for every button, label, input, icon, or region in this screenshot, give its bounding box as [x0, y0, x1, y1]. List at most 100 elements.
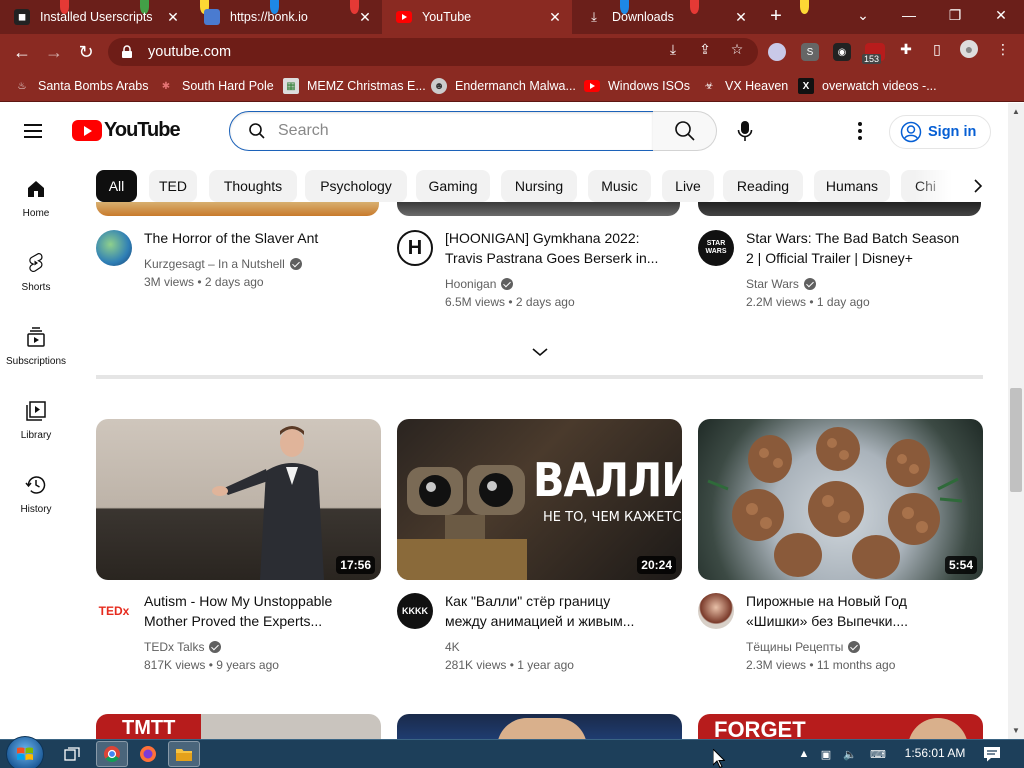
channel-name[interactable]: Kurzgesagt – In a Nutshell [144, 257, 302, 271]
chevron-down-icon[interactable] [530, 344, 550, 360]
volume-icon[interactable]: 🔈 [842, 746, 858, 762]
video-thumbnail[interactable]: FORGET [698, 714, 983, 739]
close-icon[interactable]: ✕ [356, 8, 374, 26]
chip-gaming[interactable]: Gaming [416, 170, 490, 202]
install-app-icon[interactable]: ⤓ [664, 40, 682, 58]
task-view-icon[interactable] [56, 741, 88, 767]
channel-avatar[interactable]: TEDx [96, 593, 132, 629]
browser-menu-icon[interactable]: ⋮ [994, 40, 1012, 58]
reload-icon[interactable]: ↻ [74, 40, 98, 64]
extension-glasses-icon[interactable]: ◉ [833, 43, 851, 61]
video-thumbnail[interactable] [698, 202, 981, 216]
extension-flag-icon[interactable] [768, 43, 786, 61]
video-thumbnail[interactable]: ВАЛЛИ НЕ ТО, ЧЕМ КАЖЕТСЯ 20:24 [397, 419, 682, 580]
video-title[interactable]: Как "Валли" стёр границу между анимацией… [445, 591, 675, 631]
address-bar[interactable]: youtube.com [108, 38, 758, 66]
video-card[interactable]: The Horror of the Slaver Ant Kurzgesagt … [96, 228, 381, 298]
channel-avatar[interactable]: KKKK [397, 593, 433, 629]
search-button[interactable] [653, 111, 717, 151]
new-tab-button[interactable]: + [765, 6, 787, 28]
keyboard-icon[interactable]: ⌨ [866, 746, 890, 762]
side-panel-icon[interactable]: ▯ [928, 40, 946, 58]
chip-thoughts[interactable]: Thoughts [209, 170, 297, 202]
tab-search-chevron-icon[interactable]: ⌄ [840, 0, 886, 30]
close-icon[interactable]: ✕ [164, 8, 182, 26]
chip-ted[interactable]: TED [149, 170, 197, 202]
chip-humans[interactable]: Humans [814, 170, 890, 202]
channel-name[interactable]: 4K [445, 640, 460, 654]
tab-youtube[interactable]: YouTube ✕ [382, 0, 572, 34]
file-explorer-taskbar-icon[interactable] [168, 741, 200, 767]
scroll-down-arrow-icon[interactable]: ▼ [1008, 722, 1024, 738]
channel-name[interactable]: Hoonigan [445, 277, 514, 291]
video-card[interactable]: H [HOONIGAN] Gymkhana 2022: Travis Pastr… [397, 228, 682, 309]
notification-center-icon[interactable] [983, 745, 1001, 763]
close-icon[interactable]: ✕ [732, 8, 750, 26]
video-title[interactable]: Star Wars: The Bad Batch Season 2 | Offi… [746, 228, 976, 268]
guide-item-home[interactable]: Home [0, 159, 72, 223]
video-card[interactable]: Пирожные на Новый Год «Шишки» без Выпечк… [698, 591, 983, 673]
chip-live[interactable]: Live [662, 170, 714, 202]
bookmark-star-icon[interactable]: ☆ [728, 40, 746, 58]
extension-s-icon[interactable]: S [801, 43, 819, 61]
bookmark-item[interactable]: ☻ Endermanch Malwa... [431, 76, 576, 96]
chip-music[interactable]: Music [588, 170, 651, 202]
chip-reading[interactable]: Reading [723, 170, 803, 202]
video-thumbnail[interactable]: 17:56 [96, 419, 381, 580]
network-icon[interactable]: ▣ [818, 746, 834, 762]
video-card[interactable]: STAR WARS Star Wars: The Bad Batch Seaso… [698, 228, 983, 309]
channel-avatar[interactable] [96, 230, 132, 266]
bookmark-item[interactable]: ✱ South Hard Pole [158, 76, 274, 96]
bookmark-item[interactable]: ▦ MEMZ Christmas E... [283, 76, 426, 96]
chrome-taskbar-icon[interactable] [96, 741, 128, 767]
video-title[interactable]: [HOONIGAN] Gymkhana 2022: Travis Pastran… [445, 228, 675, 268]
bookmark-item[interactable]: ☣ VX Heaven [701, 76, 789, 96]
firefox-taskbar-icon[interactable] [132, 741, 164, 767]
taskbar-clock[interactable]: 1:56:01 AM [900, 746, 970, 760]
video-thumbnail[interactable] [397, 202, 680, 216]
bookmark-item[interactable]: X overwatch videos -... [798, 76, 937, 96]
settings-more-icon[interactable] [848, 119, 872, 143]
video-title[interactable]: Пирожные на Новый Год «Шишки» без Выпечк… [746, 591, 976, 631]
sign-in-button[interactable]: Sign in [889, 115, 991, 149]
tab-bonk[interactable]: https://bonk.io ✕ [190, 0, 382, 34]
start-button[interactable] [6, 736, 44, 768]
guide-item-shorts[interactable]: Shorts [0, 233, 72, 297]
video-thumbnail[interactable] [96, 202, 379, 216]
youtube-logo[interactable]: YouTube [72, 119, 181, 142]
bookmark-item[interactable]: ♨ Santa Bombs Arabs [14, 76, 149, 96]
back-arrow-icon[interactable]: ← [10, 40, 34, 64]
scroll-up-arrow-icon[interactable]: ▲ [1008, 103, 1024, 119]
close-window-button[interactable]: ✕ [978, 0, 1024, 30]
video-card[interactable]: KKKK Как "Валли" стёр границу между аним… [397, 591, 682, 673]
chip-nursing[interactable]: Nursing [501, 170, 577, 202]
tray-expand-icon[interactable]: ▲ [796, 746, 812, 762]
video-title[interactable]: Autism - How My Unstoppable Mother Prove… [144, 591, 374, 631]
channel-name[interactable]: Star Wars [746, 277, 816, 291]
video-thumbnail[interactable]: TMTT [96, 714, 381, 739]
tab-downloads[interactable]: ⤓ Downloads ✕ [572, 0, 758, 34]
scrollbar-thumb[interactable] [1010, 388, 1022, 492]
extensions-puzzle-icon[interactable]: ✚ [897, 40, 915, 58]
channel-avatar[interactable] [698, 593, 734, 629]
voice-search-button[interactable] [725, 111, 765, 151]
video-thumbnail[interactable] [397, 714, 682, 739]
channel-name[interactable]: Тёщины Рецепты [746, 640, 861, 654]
close-icon[interactable]: ✕ [546, 8, 564, 26]
share-icon[interactable]: ⇪ [696, 40, 714, 58]
channel-name[interactable]: TEDx Talks [144, 640, 222, 654]
minimize-button[interactable]: — [886, 0, 932, 30]
video-card[interactable]: TEDx Autism - How My Unstoppable Mother … [96, 591, 381, 673]
guide-item-subscriptions[interactable]: Subscriptions [0, 307, 72, 371]
video-title[interactable]: The Horror of the Slaver Ant [144, 228, 374, 248]
restore-button[interactable]: ❐ [932, 0, 978, 30]
channel-avatar[interactable]: H [397, 230, 433, 266]
chips-next-button[interactable] [966, 174, 990, 198]
bookmark-item[interactable]: Windows ISOs [584, 76, 690, 96]
guide-item-history[interactable]: History [0, 455, 72, 519]
search-input[interactable] [278, 122, 618, 140]
chip-psychology[interactable]: Psychology [305, 170, 407, 202]
profile-avatar-icon[interactable]: ● [960, 40, 978, 58]
chip-all[interactable]: All [96, 170, 137, 202]
forward-arrow-icon[interactable]: → [42, 40, 66, 64]
